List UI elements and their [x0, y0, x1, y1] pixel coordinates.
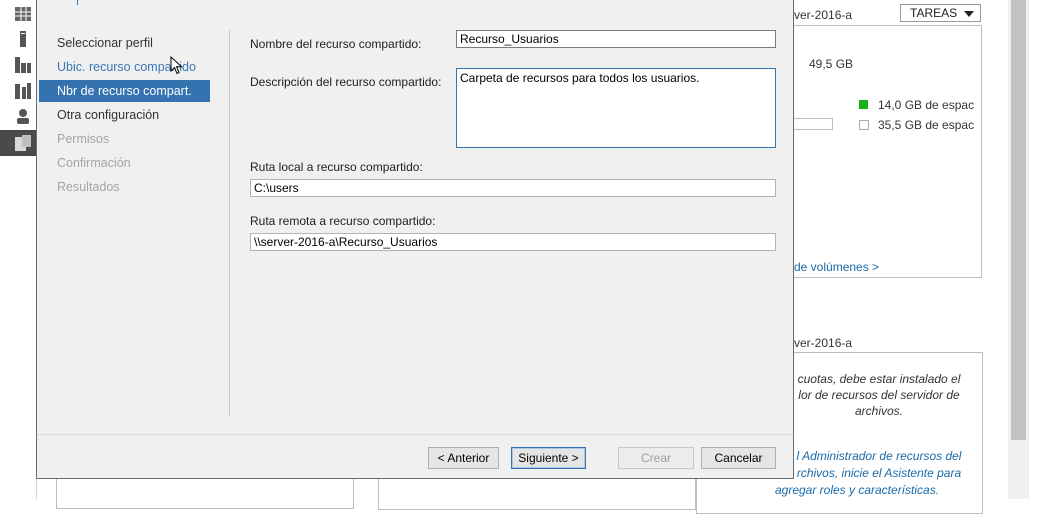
next-button[interactable]: Siguiente >	[511, 447, 586, 469]
nav-results: Resultados	[57, 180, 120, 194]
scrollbar-thumb[interactable]	[1011, 0, 1026, 440]
nav-share-name[interactable]: Nbr de recurso compart.	[39, 80, 210, 102]
free-legend-swatch	[859, 120, 869, 130]
free-space-text: 35,5 GB de espac	[878, 118, 975, 132]
server-manager-sidebar	[0, 0, 37, 499]
server-name-label: ver-2016-a	[794, 8, 853, 22]
new-share-wizard-dialog: Seleccionar perfil Ubic. recurso compart…	[36, 0, 794, 479]
description-label: Descripción del recurso compartido:	[250, 75, 442, 89]
all-servers-icon[interactable]	[14, 56, 32, 74]
tasks-label: TAREAS	[910, 6, 958, 20]
background-list-panel	[56, 478, 354, 509]
local-path-field[interactable]	[250, 179, 776, 197]
remote-path-field[interactable]	[250, 233, 776, 251]
tasks-dropdown[interactable]: TAREAS	[900, 4, 981, 22]
used-space-text: 14,0 GB de espac	[878, 98, 975, 112]
local-path-label: Ruta local a recurso compartido:	[250, 160, 423, 174]
quota-note-line: cuotas, debe estar instalado el	[797, 372, 961, 386]
server-name-label-2: ver-2016-a	[794, 336, 853, 350]
install-link-line[interactable]: agregar roles y características.	[752, 482, 962, 499]
title-accent	[77, 0, 78, 5]
chevron-down-icon	[964, 11, 974, 17]
nav-confirmation: Confirmación	[57, 156, 131, 170]
create-button: Crear	[618, 447, 694, 469]
remote-path-label: Ruta remota a recurso compartido:	[250, 214, 436, 228]
volumes-link[interactable]: de volúmenes >	[794, 260, 879, 274]
nav-permissions: Permisos	[57, 132, 110, 146]
share-name-label: Nombre del recurso compartido:	[250, 37, 422, 51]
capacity-value: 49,5 GB	[809, 57, 854, 71]
background-list-panel	[378, 478, 696, 510]
quota-note: cuotas, debe estar instalado el lor de r…	[794, 371, 964, 419]
mouse-cursor-icon	[170, 56, 183, 75]
dashboard-icon[interactable]	[14, 5, 32, 23]
share-name-input[interactable]	[456, 30, 776, 48]
description-textarea[interactable]: Carpeta de recursos para todos los usuar…	[456, 68, 776, 148]
local-server-icon[interactable]	[14, 30, 32, 48]
file-services-icon[interactable]	[0, 130, 36, 156]
nav-divider	[229, 30, 230, 417]
roles-icon[interactable]	[14, 82, 32, 100]
nav-select-profile[interactable]: Seleccionar perfil	[39, 32, 153, 54]
quota-note-line: lor de recursos del servidor de	[798, 388, 960, 402]
used-legend-swatch	[859, 100, 868, 109]
cancel-button[interactable]: Cancelar	[701, 447, 776, 469]
quota-note-line: archivos.	[854, 404, 904, 418]
nav-other-settings[interactable]: Otra configuración	[39, 104, 159, 126]
usage-bar	[794, 118, 833, 130]
previous-button[interactable]: < Anterior	[428, 447, 499, 469]
users-icon[interactable]	[14, 107, 32, 125]
footer-divider	[37, 434, 793, 435]
